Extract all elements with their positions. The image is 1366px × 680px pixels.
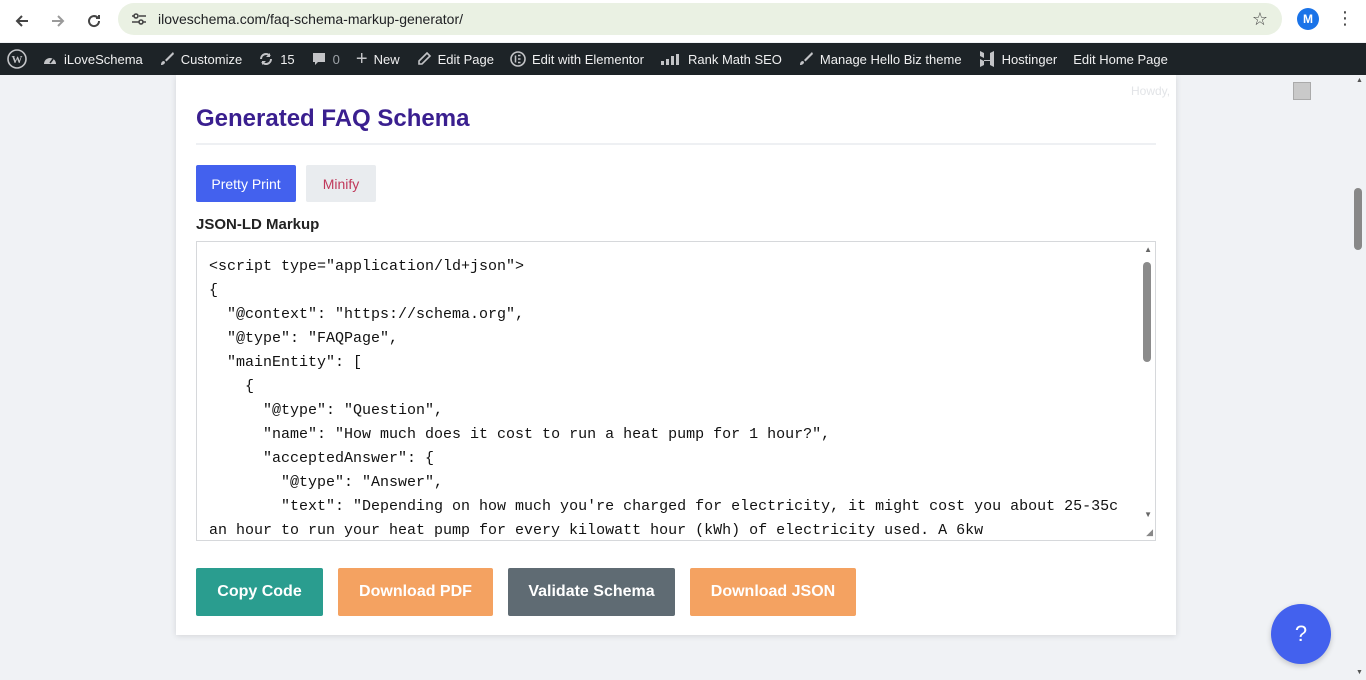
schema-output-card: Generated FAQ Schema Pretty Print Minify… xyxy=(176,75,1176,635)
manage-theme-label: Manage Hello Biz theme xyxy=(819,51,962,67)
json-ld-label: JSON-LD Markup xyxy=(196,216,320,233)
brush-icon xyxy=(159,51,175,67)
svg-text:W: W xyxy=(12,54,23,66)
adminbar-site-name[interactable]: iLoveSchema xyxy=(34,43,151,75)
rank-math-label: Rank Math SEO xyxy=(687,51,782,67)
kebab-menu-icon[interactable]: ⋮ xyxy=(1336,8,1354,28)
help-button[interactable]: ? xyxy=(1271,604,1331,664)
json-ld-code: <script type="application/ld+json"> { "@… xyxy=(209,258,1119,539)
address-bar[interactable]: iloveschema.com/faq-schema-markup-genera… xyxy=(118,3,1282,35)
scroll-up-arrow-icon[interactable]: ▲ xyxy=(1144,245,1152,254)
pretty-print-button[interactable]: Pretty Print xyxy=(196,165,296,202)
page-scroll-up-icon[interactable]: ▲ xyxy=(1356,77,1363,84)
plus-icon: + xyxy=(355,47,368,70)
adminbar-new[interactable]: + New xyxy=(348,43,408,75)
elementor-label: Edit with Elementor xyxy=(531,51,644,67)
elementor-icon xyxy=(510,51,526,67)
download-json-button[interactable]: Download JSON xyxy=(690,568,856,616)
back-arrow-icon[interactable] xyxy=(4,3,40,39)
brush-icon xyxy=(798,51,814,67)
adminbar-edit-home[interactable]: Edit Home Page xyxy=(1065,43,1176,75)
minify-button[interactable]: Minify xyxy=(306,165,376,202)
site-name-label: iLoveSchema xyxy=(64,51,143,67)
textarea-scroll-thumb[interactable] xyxy=(1143,262,1151,362)
profile-avatar[interactable]: M xyxy=(1297,8,1319,30)
wp-admin-bar: W iLoveSchema Customize 15 0 + New Edit … xyxy=(0,43,1366,75)
edit-home-label: Edit Home Page xyxy=(1073,51,1168,67)
textarea-scrollbar[interactable]: ▲ ▼ xyxy=(1139,242,1155,540)
new-label: New xyxy=(373,51,400,67)
adminbar-comments[interactable]: 0 xyxy=(303,43,348,75)
adminbar-rank-math[interactable]: Rank Math SEO xyxy=(652,43,790,75)
site-settings-icon[interactable] xyxy=(124,12,154,26)
adminbar-manage-theme[interactable]: Manage Hello Biz theme xyxy=(790,43,970,75)
browser-toolbar: iloveschema.com/faq-schema-markup-genera… xyxy=(0,0,1366,42)
url-text: iloveschema.com/faq-schema-markup-genera… xyxy=(158,11,464,27)
json-ld-textarea[interactable]: <script type="application/ld+json"> { "@… xyxy=(196,241,1156,541)
adminbar-elementor[interactable]: Edit with Elementor xyxy=(502,43,652,75)
comments-count: 0 xyxy=(332,51,340,67)
scroll-down-arrow-icon[interactable]: ▼ xyxy=(1144,510,1152,519)
forward-arrow-icon[interactable] xyxy=(40,3,76,39)
validate-schema-button[interactable]: Validate Schema xyxy=(508,568,675,616)
bookmark-star-icon[interactable]: ☆ xyxy=(1252,9,1268,30)
dashboard-gauge-icon xyxy=(42,52,58,66)
customize-label: Customize xyxy=(180,51,243,67)
page-scroll-down-icon[interactable]: ▼ xyxy=(1356,669,1363,676)
hostinger-logo-icon xyxy=(978,50,996,68)
comment-bubble-icon xyxy=(311,51,327,67)
title-divider xyxy=(196,143,1156,145)
updates-refresh-icon xyxy=(258,51,274,67)
rank-math-chart-icon xyxy=(660,51,682,67)
page-scrollbar[interactable]: ▲ ▼ xyxy=(1352,75,1366,680)
adminbar-hostinger[interactable]: Hostinger xyxy=(970,43,1066,75)
pencil-icon xyxy=(416,51,432,67)
adminbar-customize[interactable]: Customize xyxy=(151,43,250,75)
resize-grip-icon[interactable]: ◢ xyxy=(1146,527,1153,538)
edit-page-label: Edit Page xyxy=(437,51,494,67)
wordpress-logo-icon[interactable]: W xyxy=(0,43,34,75)
copy-code-button[interactable]: Copy Code xyxy=(196,568,323,616)
updates-count: 15 xyxy=(280,51,295,67)
adminbar-edit-page[interactable]: Edit Page xyxy=(408,43,502,75)
reload-icon[interactable] xyxy=(76,3,112,39)
howdy-greeting[interactable]: Howdy, xyxy=(1131,84,1170,98)
hostinger-label: Hostinger xyxy=(1001,51,1058,67)
page-scroll-thumb[interactable] xyxy=(1354,188,1362,250)
section-title: Generated FAQ Schema xyxy=(196,105,470,132)
adminbar-updates[interactable]: 15 xyxy=(250,43,302,75)
user-avatar[interactable] xyxy=(1293,82,1311,100)
download-pdf-button[interactable]: Download PDF xyxy=(338,568,493,616)
